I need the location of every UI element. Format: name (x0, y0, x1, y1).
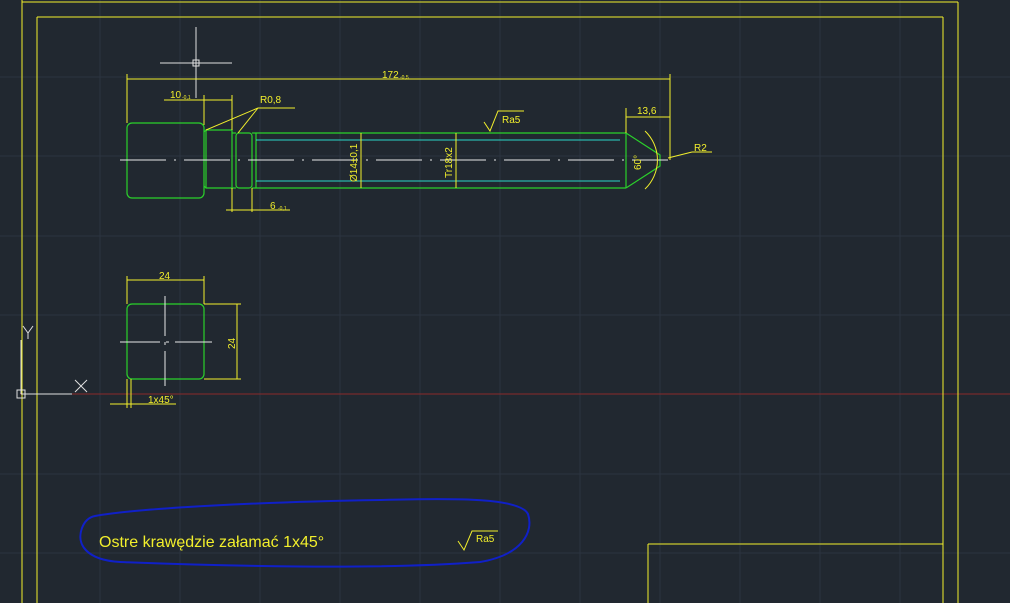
roughness-label-top: Ra5 (502, 115, 521, 126)
dim-tip-radius: R2 (694, 143, 707, 154)
dim-chamfer: 1x45° (148, 395, 174, 406)
crosshair-cursor[interactable] (160, 27, 232, 98)
dim-groove-width: 6 (270, 201, 276, 212)
dim-head-length-tol: -0,1 (182, 95, 191, 101)
dim-tip-length: 13,6 (637, 106, 657, 117)
dim-groove-width-tol: -0,1 (278, 206, 287, 212)
square-view[interactable] (120, 296, 212, 386)
drawing-canvas[interactable]: 172 -0,5 10 -0,1 R0,8 6 -0,1 13,6 R2 Ra5… (0, 0, 1010, 603)
background-grid (0, 0, 1010, 603)
dim-tip-angle: 60° (633, 155, 644, 170)
ucs-icon (16, 325, 88, 399)
dim-overall-length-tol: -0,5 (400, 75, 409, 81)
dim-square-height: 24 (227, 337, 238, 349)
note-roughness: Ra5 (476, 534, 495, 545)
dim-square-width: 24 (159, 271, 171, 282)
dim-head-length: 10 (170, 90, 182, 101)
dim-bore-diameter: Ø14±0,1 (349, 143, 360, 182)
thread-lines (256, 139, 620, 182)
dim-thread-spec: Tr18x2 (444, 147, 455, 178)
sheet-frame (21, 0, 959, 603)
note-text[interactable]: Ostre krawędzie załamać 1x45° (99, 534, 324, 551)
dim-overall-length: 172 (382, 70, 399, 81)
dimension-texts: 172 -0,5 10 -0,1 R0,8 6 -0,1 13,6 R2 Ra5… (170, 70, 707, 212)
highlight-markup (79, 498, 531, 568)
dim-fillet-radius: R0,8 (260, 95, 282, 106)
